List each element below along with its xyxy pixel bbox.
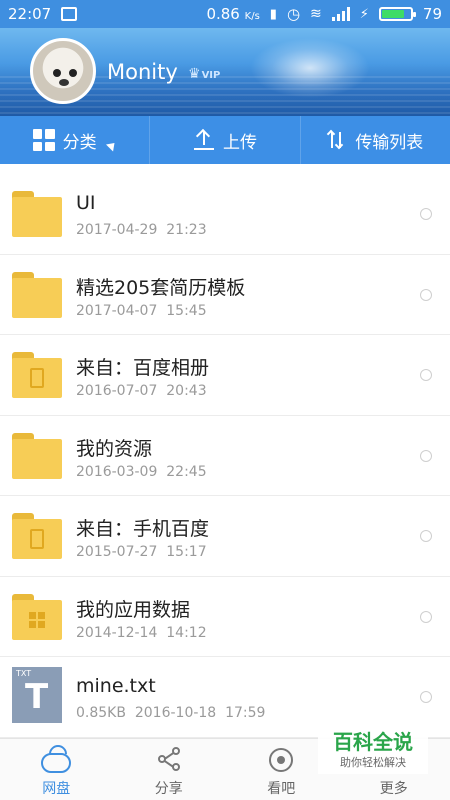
transfer-list-button[interactable]: 传输列表 bbox=[299, 116, 450, 164]
file-meta: 2017-04-07 15:45 bbox=[76, 302, 207, 319]
file-meta: 0.85KB 2016-10-18 17:59 bbox=[76, 705, 266, 721]
status-bar: 22:07 0.86 K/s ▮ ◷ ≋ ⚡ 79 bbox=[0, 0, 450, 28]
profile-banner: Monity VIP bbox=[0, 28, 450, 116]
nav-label: 网盘 bbox=[42, 781, 71, 797]
nav-label: 看吧 bbox=[267, 781, 296, 797]
file-meta: 2015-07-27 15:17 bbox=[76, 544, 207, 560]
upload-icon bbox=[193, 129, 215, 151]
list-item[interactable]: UI 2017-04-29 21:23 bbox=[0, 174, 450, 255]
watermark: 百科全说 助你轻松解决 bbox=[318, 728, 428, 774]
avatar[interactable] bbox=[30, 38, 96, 104]
file-meta: 2014-12-14 14:12 bbox=[76, 624, 207, 641]
list-item[interactable]: 我的资源 2016-03-09 22:45 bbox=[0, 416, 450, 496]
battery-icon bbox=[378, 7, 416, 21]
list-item[interactable]: 精选205套简历模板 2017-04-07 15:45 bbox=[0, 255, 450, 335]
network-speed: 0.86 K/s bbox=[206, 5, 260, 23]
file-meta: 2016-07-07 20:43 bbox=[76, 383, 207, 399]
select-radio[interactable] bbox=[420, 449, 432, 462]
image-notification-icon bbox=[61, 7, 78, 21]
file-name: 来自：手机百度 bbox=[76, 518, 210, 540]
watermark-title: 百科全说 bbox=[333, 730, 413, 754]
username[interactable]: Monity bbox=[107, 60, 178, 84]
eye-icon bbox=[266, 747, 296, 773]
battery-level: 79 bbox=[422, 5, 442, 23]
file-list: UI 2017-04-29 21:23 精选205套简历模板 2017-04-0… bbox=[0, 174, 450, 738]
alarm-icon: ◷ bbox=[286, 5, 301, 23]
list-item[interactable]: 来自：手机百度 2015-07-27 15:17 bbox=[0, 496, 450, 577]
folder-icon bbox=[12, 432, 62, 479]
folder-icon bbox=[12, 191, 62, 237]
avatar-eye-right bbox=[69, 69, 77, 77]
vibrate-icon: ▮ bbox=[269, 6, 277, 22]
folder-icon bbox=[12, 271, 62, 318]
category-label: 分类 bbox=[62, 132, 97, 153]
share-icon bbox=[154, 747, 184, 773]
select-radio[interactable] bbox=[420, 610, 432, 623]
file-name: 来自：百度相册 bbox=[76, 357, 210, 379]
watermark-subtitle: 助你轻松解决 bbox=[340, 756, 406, 769]
select-radio[interactable] bbox=[420, 691, 432, 703]
transfer-label: 传输列表 bbox=[355, 132, 424, 153]
avatar-eye-left bbox=[53, 69, 61, 77]
signal-icon bbox=[331, 7, 350, 21]
file-name: UI bbox=[76, 192, 96, 214]
file-name: 我的应用数据 bbox=[76, 598, 191, 621]
phone-folder-icon bbox=[12, 513, 62, 559]
dropdown-triangle-icon bbox=[105, 138, 118, 152]
avatar-nose bbox=[59, 79, 69, 86]
list-item[interactable]: 我的应用数据 2014-12-14 14:12 bbox=[0, 577, 450, 657]
select-radio[interactable] bbox=[420, 530, 432, 542]
apps-folder-icon bbox=[12, 593, 62, 640]
transfer-icon bbox=[327, 129, 347, 151]
phone-folder-icon bbox=[12, 352, 62, 398]
select-radio[interactable] bbox=[420, 369, 432, 381]
upload-label: 上传 bbox=[222, 132, 257, 153]
file-name: mine.txt bbox=[76, 675, 156, 697]
action-toolbar: 分类 上传 传输列表 bbox=[0, 116, 450, 164]
vip-badge: VIP bbox=[188, 66, 221, 82]
grid-icon bbox=[32, 129, 55, 151]
select-radio[interactable] bbox=[420, 288, 432, 301]
nav-tab-netdisk[interactable]: 网盘 bbox=[0, 739, 113, 800]
file-name: 我的资源 bbox=[76, 437, 153, 460]
select-radio[interactable] bbox=[420, 208, 432, 220]
nav-label: 更多 bbox=[379, 781, 408, 797]
file-name: 精选205套简历模板 bbox=[76, 276, 246, 299]
nav-label: 分享 bbox=[154, 781, 183, 797]
file-type-letter: T bbox=[25, 677, 49, 717]
list-item[interactable]: TXT T mine.txt 0.85KB 2016-10-18 17:59 bbox=[0, 657, 450, 738]
nav-tab-share[interactable]: 分享 bbox=[113, 739, 226, 800]
file-meta: 2017-04-29 21:23 bbox=[76, 222, 207, 238]
upload-button[interactable]: 上传 bbox=[149, 116, 299, 164]
txt-file-icon: TXT T bbox=[12, 667, 62, 723]
file-meta: 2016-03-09 22:45 bbox=[76, 463, 207, 480]
cloud-icon bbox=[41, 747, 72, 773]
charging-icon: ⚡ bbox=[359, 6, 369, 22]
category-button[interactable]: 分类 bbox=[0, 116, 149, 164]
list-item[interactable]: 来自：百度相册 2016-07-07 20:43 bbox=[0, 335, 450, 416]
wifi-icon: ≋ bbox=[310, 6, 322, 22]
status-time: 22:07 bbox=[8, 5, 52, 23]
